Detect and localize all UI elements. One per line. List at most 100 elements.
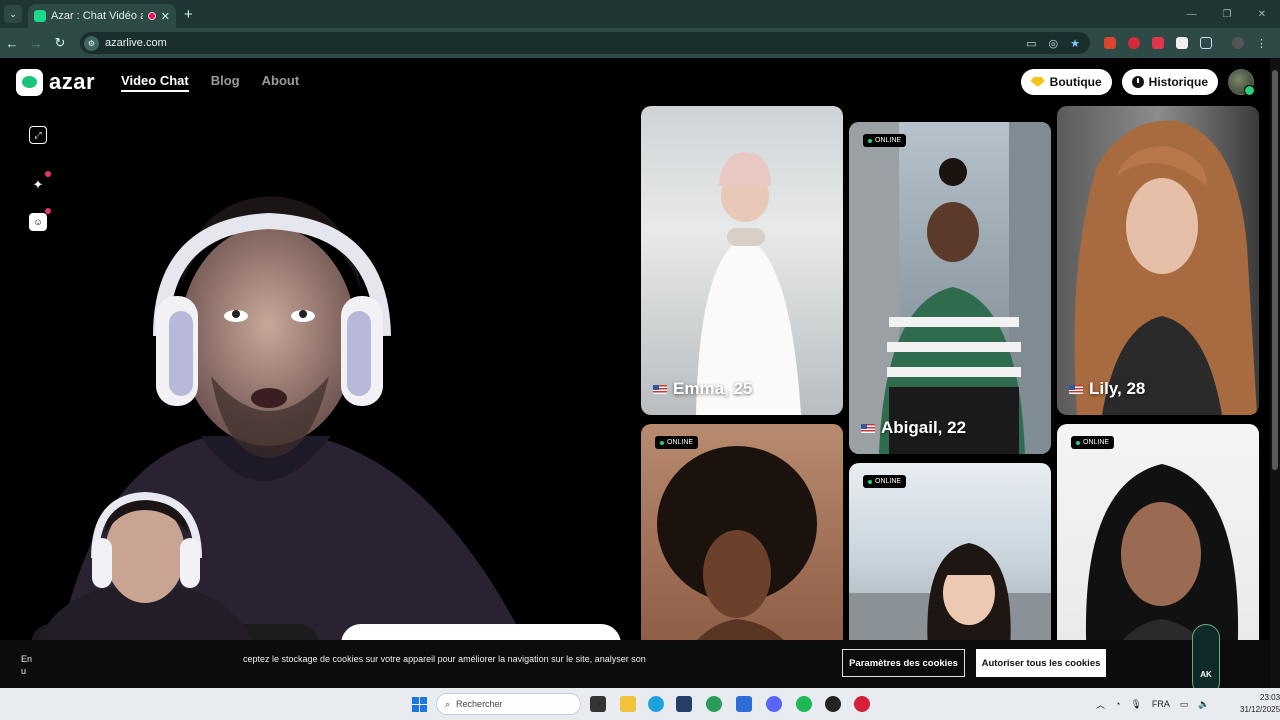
logo-text[interactable]: azar [49, 69, 95, 95]
us-flag-icon [653, 384, 667, 394]
address-bar-row: ← → ↻ ⚙ azarlive.com ▭ ◎ ★ ⋮ [0, 28, 1280, 58]
outlook-icon[interactable] [736, 696, 752, 712]
spotify-icon[interactable] [796, 696, 812, 712]
profile-card-5[interactable]: ONLINE [849, 463, 1051, 663]
accept-cookies-button[interactable]: Autoriser tous les cookies [976, 649, 1106, 677]
profile-card-emma[interactable]: Emma, 25 [641, 106, 843, 415]
cookie-text-left-2: u [21, 666, 27, 676]
system-tray: ︿ ◔ 🎙 FRA ▭ 🔈 [1096, 688, 1210, 720]
clock-icon [1131, 76, 1144, 88]
extensions-area: ⋮ [1104, 37, 1267, 50]
tray-chevron-icon[interactable]: ︿ [1096, 698, 1105, 711]
effects-sparkle-icon[interactable]: ✦ [29, 171, 51, 194]
cast-icon[interactable]: ▭ [1026, 37, 1036, 50]
online-badge: ONLINE [1071, 436, 1115, 449]
extension-3-icon[interactable] [1152, 37, 1164, 49]
site-info-icon[interactable]: ⚙ [84, 35, 99, 51]
forward-icon[interactable]: → [24, 36, 48, 51]
search-icon: ⌕ [445, 698, 451, 709]
shop-label: Boutique [1049, 75, 1102, 89]
reload-icon[interactable]: ↻ [48, 35, 72, 51]
profile-name: Abigail, 22 [861, 418, 966, 438]
profile-card-lily[interactable]: Lily, 28 [1057, 106, 1259, 415]
discord-icon[interactable] [766, 696, 782, 712]
network-icon[interactable]: ▭ [1180, 699, 1189, 710]
us-flag-icon [1069, 384, 1083, 394]
taskbar-clock[interactable]: 23:03 31/12/2025 [1240, 692, 1280, 716]
profile-photo [849, 122, 1051, 454]
user-avatar[interactable] [1228, 69, 1255, 96]
azar-logo-icon[interactable] [16, 68, 43, 96]
windows-start-icon[interactable] [412, 697, 427, 712]
profile-card-6[interactable]: ONLINE [1057, 424, 1259, 664]
online-badge: ONLINE [863, 475, 907, 488]
obs-icon[interactable] [825, 696, 841, 712]
clock-time: 23:03 [1260, 693, 1280, 702]
site-header: azar Video Chat Blog About Boutique Hist… [0, 58, 1280, 106]
history-button[interactable]: Historique [1121, 69, 1218, 95]
profile-name: Lily, 28 [1069, 379, 1145, 399]
online-badge: ONLINE [863, 134, 907, 147]
profile-photo [849, 543, 1051, 663]
url-field[interactable]: ⚙ azarlive.com ▭ ◎ ★ [80, 32, 1090, 54]
cookie-banner: En u ceptez le stockage de cookies sur v… [0, 640, 1280, 688]
tab-title: Azar : Chat Vidéo avec de n [51, 10, 143, 22]
profile-photo [696, 152, 801, 415]
main-nav: Video Chat Blog About [121, 73, 299, 92]
ak-overlay-badge: AK [1192, 624, 1220, 688]
cookie-text-left: En [21, 654, 33, 664]
profile-card-4[interactable]: ONLINE [641, 424, 843, 664]
online-badge: ONLINE [655, 436, 699, 449]
tab-close-icon[interactable]: ✕ [161, 10, 170, 23]
cookie-text: ceptez le stockage de cookies sur votre … [243, 654, 646, 664]
nav-blog[interactable]: Blog [211, 73, 240, 92]
profile-photo [657, 446, 817, 664]
store-icon[interactable] [676, 696, 692, 712]
window-controls: — ❐ ✕ [1187, 9, 1280, 20]
chrome-icon[interactable] [706, 696, 722, 712]
close-window-icon[interactable]: ✕ [1258, 9, 1266, 20]
browser-tab[interactable]: Azar : Chat Vidéo avec de n ✕ [28, 4, 176, 28]
app-red-icon[interactable] [854, 696, 870, 712]
gem-icon [1030, 77, 1045, 87]
edge-icon[interactable] [648, 696, 664, 712]
clock-date: 31/12/2025 [1240, 705, 1280, 714]
microphone-icon[interactable]: 🎙 [1130, 699, 1141, 710]
file-explorer-icon[interactable] [620, 696, 636, 712]
nav-video-chat[interactable]: Video Chat [121, 73, 189, 92]
profile-photo [1085, 464, 1239, 664]
volume-icon[interactable]: 🔈 [1198, 699, 1209, 710]
menu-kebab-icon[interactable]: ⋮ [1256, 37, 1267, 50]
new-tab-button[interactable]: + [184, 6, 193, 23]
taskbar-search-placeholder: Rechercher [456, 699, 503, 709]
taskbar-search[interactable]: ⌕ Rechercher [436, 693, 581, 715]
restore-icon[interactable]: ❐ [1223, 9, 1232, 20]
tray-app-icon[interactable]: ◔ [1115, 699, 1120, 709]
eye-off-icon[interactable]: ◎ [1049, 37, 1059, 50]
task-view-icon[interactable] [590, 696, 606, 712]
extension-2-icon[interactable] [1128, 37, 1140, 49]
profile-card-abigail[interactable]: ONLINE Abigail, 22 [849, 122, 1051, 454]
shop-button[interactable]: Boutique [1020, 69, 1112, 95]
recording-indicator-icon [147, 12, 156, 20]
profile-icon[interactable] [1232, 37, 1244, 49]
filter-face-icon[interactable]: ☺ [29, 208, 51, 231]
extension-1-icon[interactable] [1104, 37, 1116, 49]
cookie-settings-button[interactable]: Paramètres des cookies [842, 649, 965, 677]
azar-page: azar Video Chat Blog About Boutique Hist… [0, 58, 1280, 688]
extensions-puzzle-icon[interactable] [1200, 37, 1212, 49]
us-flag-icon [861, 423, 875, 433]
nav-about[interactable]: About [262, 73, 300, 92]
extension-4-icon[interactable] [1176, 37, 1188, 49]
tab-search-chevron-icon[interactable]: ⌄ [4, 5, 22, 23]
windows-taskbar: ⌕ Rechercher ︿ ◔ 🎙 FRA ▭ 🔈 23:03 31/12/2… [0, 688, 1280, 720]
language-indicator[interactable]: FRA [1152, 699, 1170, 709]
bookmark-star-icon[interactable]: ★ [1070, 37, 1080, 50]
back-icon[interactable]: ← [0, 36, 24, 51]
azar-favicon-icon [34, 10, 46, 22]
history-label: Historique [1148, 75, 1208, 89]
page-scrollbar[interactable] [1270, 58, 1280, 688]
minimize-icon[interactable]: — [1187, 9, 1197, 20]
expand-icon[interactable]: ⤢ [29, 126, 47, 144]
url-text: azarlive.com [105, 37, 167, 49]
